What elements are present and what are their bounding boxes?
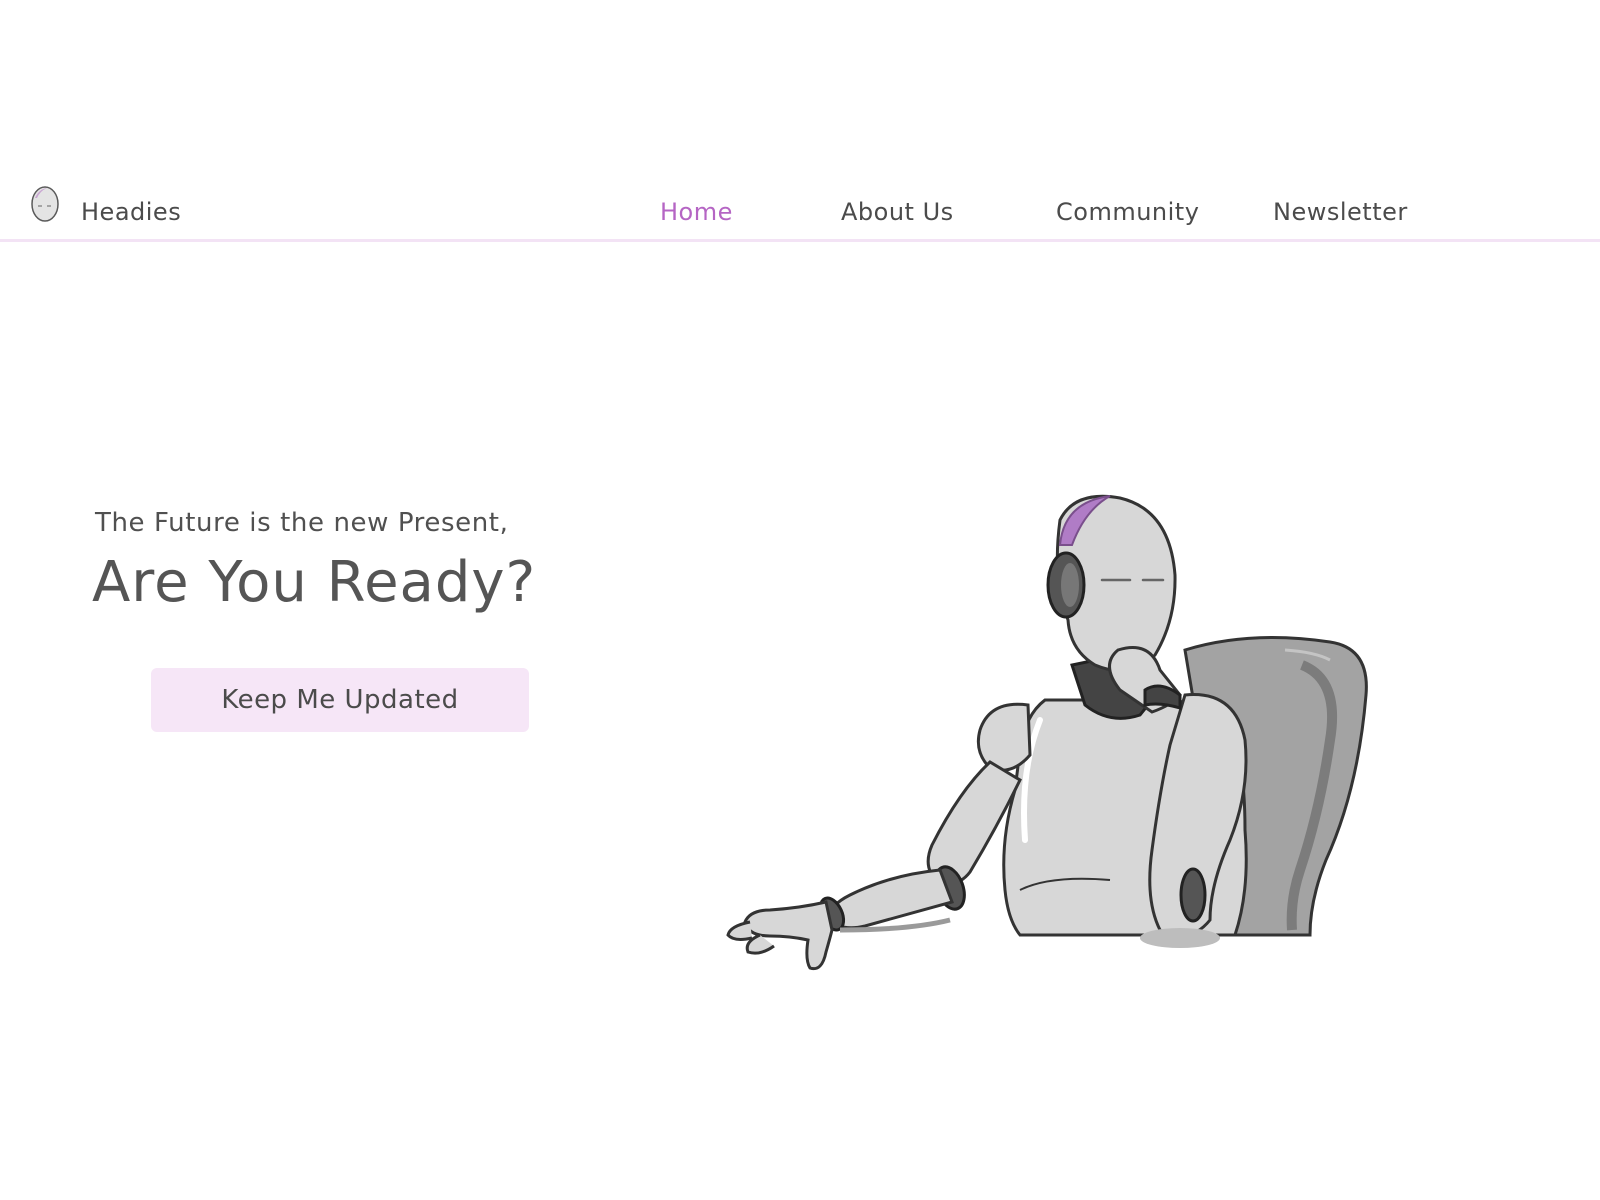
hero-title: Are You Ready?: [92, 550, 537, 615]
robot-head-icon[interactable]: [29, 184, 61, 224]
robot-left-arm: [726, 702, 1032, 971]
hero-subtitle: The Future is the new Present,: [95, 508, 509, 538]
brand-name[interactable]: Headies: [81, 198, 181, 226]
nav-newsletter[interactable]: Newsletter: [1273, 198, 1408, 226]
navbar: Headies Home About Us Community Newslett…: [0, 178, 1600, 242]
page: Headies Home About Us Community Newslett…: [0, 0, 1600, 1200]
nav-home[interactable]: Home: [660, 198, 733, 226]
nav-community[interactable]: Community: [1056, 198, 1199, 226]
keep-me-updated-button[interactable]: Keep Me Updated: [151, 668, 529, 732]
robot-head: [1046, 494, 1177, 673]
robot-illustration: [726, 494, 1368, 971]
nav-about-us[interactable]: About Us: [841, 198, 954, 226]
